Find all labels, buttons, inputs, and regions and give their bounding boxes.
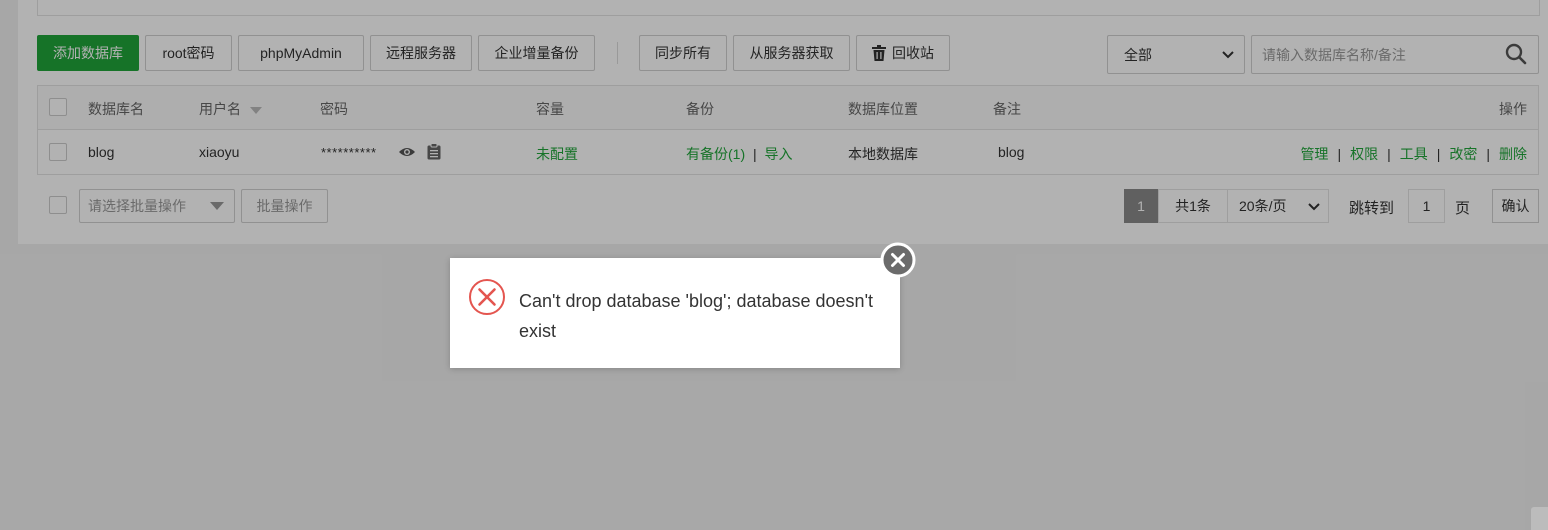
error-message: Can't drop database 'blog'; database doe… [519, 291, 874, 341]
corner-tab[interactable] [1531, 507, 1548, 530]
close-icon[interactable] [880, 242, 916, 278]
error-dialog: Can't drop database 'blog'; database doe… [450, 258, 900, 368]
error-icon [469, 279, 505, 315]
